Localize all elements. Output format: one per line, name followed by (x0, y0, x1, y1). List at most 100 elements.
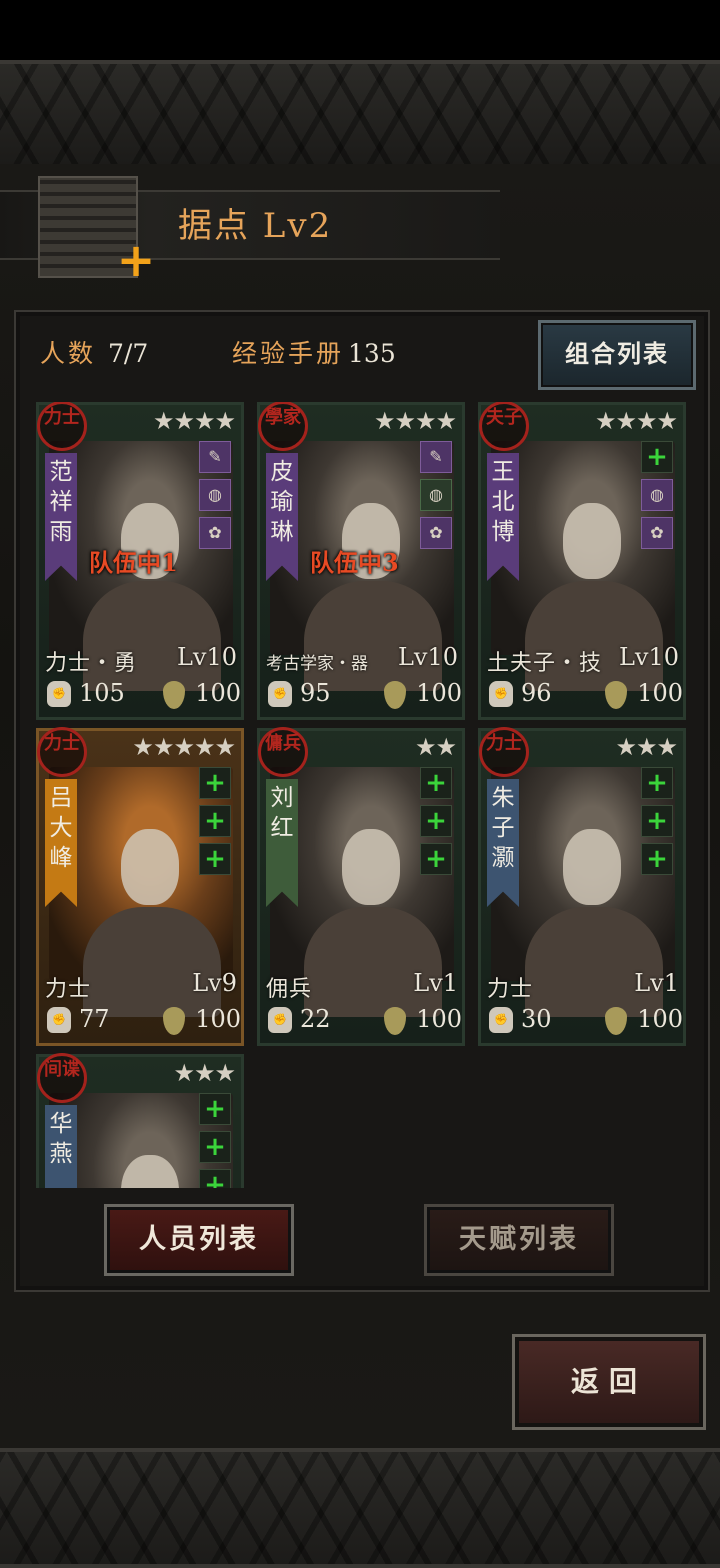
fist-icon: ✊ (489, 681, 513, 707)
portrait-face (342, 829, 400, 905)
character-grid: 力士 ★★★★ 范祥雨 ✎ ◍ ✿ 队伍中1 力士・勇 Lv10 ✊ 105 100… (36, 402, 690, 1188)
stats-row: ✊ 95 100 (266, 679, 462, 713)
stamina-value: 100 (416, 679, 462, 707)
equipment-slots: + + + (199, 767, 233, 881)
add-equipment-icon[interactable]: + (199, 767, 231, 799)
stamina-drop-icon (384, 1007, 406, 1035)
portrait-body (83, 907, 221, 1017)
equipment-slots: + ◍ ✿ (641, 441, 675, 555)
class-seal: 傭兵 (258, 727, 308, 777)
equipment-slots: + + + (420, 767, 454, 881)
equipment-slots: + + + (199, 1093, 233, 1188)
star-rating: ★★ (414, 733, 457, 761)
stamina-drop-icon (384, 681, 406, 709)
add-equipment-icon[interactable]: + (641, 767, 673, 799)
stamina-value: 100 (195, 1005, 241, 1033)
add-equipment-icon[interactable]: + (641, 843, 673, 875)
equipment-slot[interactable]: ✿ (199, 517, 231, 549)
people-count: 人数 7/7 (40, 334, 148, 370)
equipment-slot[interactable]: ✎ (199, 441, 231, 473)
portrait-face (121, 829, 179, 905)
equipment-slots: ✎ ◍ ✿ (420, 441, 454, 555)
stats-row: ✊ 77 100 (45, 1005, 241, 1039)
equipment-slot[interactable]: ✿ (641, 517, 673, 549)
character-card[interactable]: 力士 ★★★★ 范祥雨 ✎ ◍ ✿ 队伍中1 力士・勇 Lv10 ✊ 105 100 (36, 402, 244, 720)
equipment-slot[interactable]: ◍ (641, 479, 673, 511)
decorative-beam-top (0, 60, 720, 168)
add-equipment-icon[interactable]: + (420, 767, 452, 799)
add-equipment-icon[interactable]: + (641, 441, 673, 473)
character-level: Lv1 (413, 969, 458, 997)
add-equipment-icon[interactable]: + (641, 805, 673, 837)
power-value: 77 (79, 1005, 110, 1033)
portrait-face (121, 1155, 179, 1188)
stats-row: ✊ 30 100 (487, 1005, 683, 1039)
character-level: Lv10 (397, 643, 458, 671)
equipment-slot[interactable]: ✎ (420, 441, 452, 473)
add-equipment-icon[interactable]: + (199, 805, 231, 837)
power-value: 105 (79, 679, 125, 707)
power-value: 30 (521, 1005, 552, 1033)
portrait-body (304, 907, 442, 1017)
stats-row: ✊ 22 100 (266, 1005, 462, 1039)
equipment-slot[interactable]: ◍ (199, 479, 231, 511)
equipment-slots: + + + (641, 767, 675, 881)
equipment-slots: ✎ ◍ ✿ (199, 441, 233, 555)
character-role: 力士 (45, 977, 92, 1002)
star-rating: ★★★★ (373, 407, 457, 435)
character-card[interactable]: 學家 ★★★★ 皮瑜琳 ✎ ◍ ✿ 队伍中3 考古学家・器 Lv10 ✊ 95 10… (257, 402, 465, 720)
character-role: 力士・勇 (45, 651, 138, 676)
top-bar (0, 0, 720, 60)
stamina-value: 100 (195, 679, 241, 707)
power-value: 96 (521, 679, 552, 707)
people-value: 7/7 (108, 339, 149, 368)
team-tag: 队伍中1 (89, 548, 178, 577)
character-card[interactable]: 傭兵 ★★ 刘红 + + + 佣兵 Lv1 ✊ 22 100 (257, 727, 465, 1046)
character-name: 范祥雨 (45, 453, 77, 581)
team-tag: 队伍中3 (310, 548, 399, 577)
fist-icon: ✊ (489, 1007, 513, 1033)
portrait-body (304, 581, 442, 691)
page-title: 据点 Lv2 (178, 206, 333, 246)
equipment-slot[interactable]: ✿ (420, 517, 452, 549)
add-equipment-icon[interactable]: + (199, 843, 231, 875)
fist-icon: ✊ (47, 1007, 71, 1033)
character-role: 土夫子・技 (487, 651, 603, 676)
stamina-drop-icon (605, 1007, 627, 1035)
tab-talents[interactable]: 天赋列表 (424, 1204, 614, 1276)
character-name: 吕大峰 (45, 779, 77, 907)
fist-icon: ✊ (268, 681, 292, 707)
character-level: Lv9 (192, 969, 237, 997)
stats-row: ✊ 96 100 (487, 679, 683, 713)
back-button[interactable]: 返回 (512, 1334, 706, 1430)
character-name: 王北博 (487, 453, 519, 581)
character-name: 朱子灏 (487, 779, 519, 907)
people-label: 人数 (40, 339, 97, 368)
add-equipment-icon[interactable]: + (199, 1093, 231, 1125)
equipment-slot[interactable]: ◍ (420, 479, 452, 511)
class-seal: 學家 (258, 402, 308, 451)
stamina-value: 100 (416, 1005, 462, 1033)
add-equipment-icon[interactable]: + (199, 1131, 231, 1163)
add-equipment-icon[interactable]: + (199, 1169, 231, 1188)
character-card[interactable]: 力士 ★★★★★ 吕大峰 + + + 力士 Lv9 ✊ 77 100 (36, 727, 244, 1046)
character-card[interactable]: 间谍 ★★★ 华燕 + + + (36, 1053, 244, 1188)
exp-value: 135 (348, 339, 396, 368)
class-seal: 力士 (37, 727, 87, 777)
stamina-drop-icon (605, 681, 627, 709)
character-level: Lv10 (176, 643, 237, 671)
tab-members[interactable]: 人员列表 (104, 1204, 294, 1276)
character-card[interactable]: 夫子 ★★★★ 王北博 + ◍ ✿ 土夫子・技 Lv10 ✊ 96 100 (478, 402, 686, 720)
character-name: 华燕 (45, 1105, 77, 1188)
star-rating: ★★★ (173, 1059, 236, 1087)
class-seal: 夫子 (479, 402, 529, 451)
combo-list-button[interactable]: 组合列表 (538, 320, 696, 390)
stats-row: ✊ 105 100 (45, 679, 241, 713)
add-equipment-icon[interactable]: + (420, 805, 452, 837)
character-card[interactable]: 力士 ★★★ 朱子灏 + + + 力士 Lv1 ✊ 30 100 (478, 727, 686, 1046)
star-rating: ★★★ (615, 733, 678, 761)
stamina-drop-icon (163, 1007, 185, 1035)
plus-icon[interactable]: + (116, 237, 156, 283)
power-value: 22 (300, 1005, 331, 1033)
add-equipment-icon[interactable]: + (420, 843, 452, 875)
